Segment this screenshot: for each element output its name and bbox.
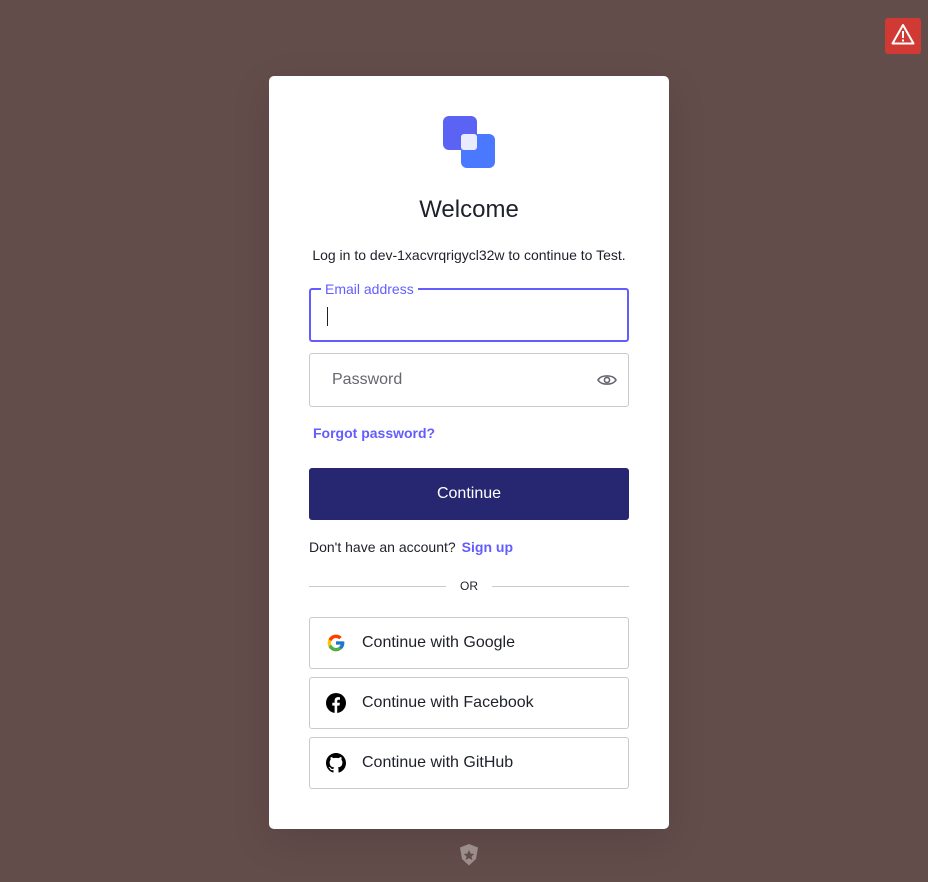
app-logo-icon <box>443 116 495 168</box>
signup-link[interactable]: Sign up <box>462 539 513 555</box>
auth0-badge-icon <box>458 843 480 867</box>
eye-icon[interactable] <box>596 369 618 391</box>
github-icon <box>326 753 346 773</box>
login-subtitle: Log in to dev-1xacvrqrigycl32w to contin… <box>312 247 626 263</box>
continue-with-github-button[interactable]: Continue with GitHub <box>309 737 629 789</box>
text-caret <box>327 307 328 326</box>
signup-row: Don't have an account? Sign up <box>309 538 513 556</box>
warning-icon <box>891 23 915 50</box>
warning-alert-button[interactable] <box>885 18 921 54</box>
email-field[interactable]: Email address <box>309 280 629 342</box>
or-divider: OR <box>309 578 629 594</box>
email-label: Email address <box>321 280 418 298</box>
facebook-button-label: Continue with Facebook <box>362 694 534 711</box>
signup-prompt: Don't have an account? <box>309 539 456 555</box>
continue-button[interactable]: Continue <box>309 468 629 520</box>
login-card: Welcome Log in to dev-1xacvrqrigycl32w t… <box>269 76 669 829</box>
google-icon <box>326 633 346 653</box>
continue-with-google-button[interactable]: Continue with Google <box>309 617 629 669</box>
password-placeholder: Password <box>332 371 403 388</box>
facebook-icon <box>326 693 346 713</box>
password-field[interactable]: Password <box>309 353 629 407</box>
continue-with-facebook-button[interactable]: Continue with Facebook <box>309 677 629 729</box>
page-title: Welcome <box>419 196 519 223</box>
github-button-label: Continue with GitHub <box>362 754 514 771</box>
divider-line-right <box>492 586 629 587</box>
forgot-password-link[interactable]: Forgot password? <box>313 424 435 442</box>
google-button-label: Continue with Google <box>362 634 515 651</box>
login-page: Welcome Log in to dev-1xacvrqrigycl32w t… <box>0 0 928 882</box>
